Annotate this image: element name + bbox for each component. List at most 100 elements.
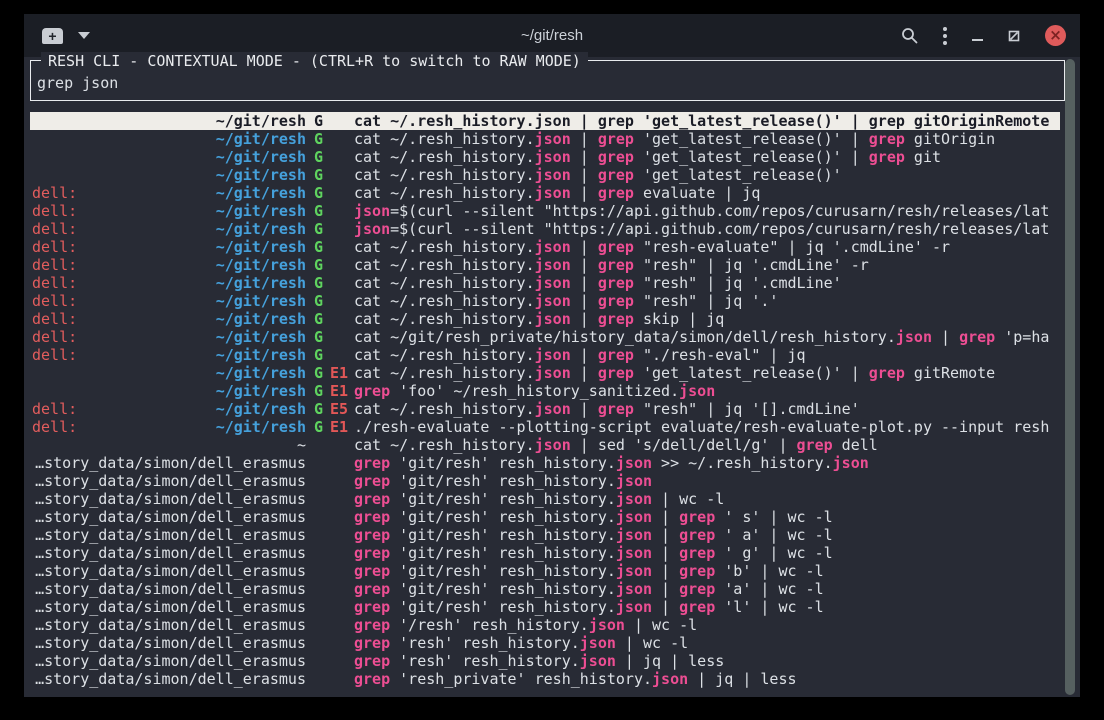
flag-badge: E1 bbox=[330, 364, 348, 382]
command-text: cat ~/.resh_history.json | grep 'get_lat… bbox=[354, 364, 1060, 382]
match-highlight: grep bbox=[869, 148, 905, 166]
match-highlight: grep bbox=[598, 166, 634, 184]
host-label bbox=[30, 634, 32, 652]
host-label bbox=[30, 544, 32, 562]
history-row[interactable]: dell:~/git/reshGcat ~/.resh_history.json… bbox=[30, 238, 1060, 256]
match-highlight: json bbox=[616, 598, 652, 616]
history-row[interactable]: …story_data/simon/dell_erasmusgrep 'git/… bbox=[30, 454, 1060, 472]
host-dir-cell: …story_data/simon/dell_erasmus bbox=[30, 652, 306, 670]
history-row[interactable]: dell:~/git/reshGjson=$(curl --silent "ht… bbox=[30, 220, 1060, 238]
command-text: grep 'resh' resh_history.json | wc -l bbox=[354, 634, 1060, 652]
history-row[interactable]: …story_data/simon/dell_erasmusgrep 'git/… bbox=[30, 508, 1060, 526]
close-icon[interactable]: × bbox=[1045, 25, 1066, 46]
command-text: cat ~/.resh_history.json | grep 'get_lat… bbox=[354, 130, 1060, 148]
match-highlight: grep bbox=[679, 580, 715, 598]
history-row[interactable]: dell:~/git/reshGjson=$(curl --silent "ht… bbox=[30, 202, 1060, 220]
match-highlight: grep bbox=[598, 400, 634, 418]
match-highlight: grep bbox=[598, 346, 634, 364]
host-dir-cell: ~/git/resh bbox=[30, 112, 306, 130]
host-dir-cell: …story_data/simon/dell_erasmus bbox=[30, 472, 306, 490]
restore-icon[interactable] bbox=[1008, 30, 1020, 42]
scrollbar-thumb[interactable] bbox=[1065, 59, 1075, 695]
history-row[interactable]: …story_data/simon/dell_erasmusgrep 'git/… bbox=[30, 526, 1060, 544]
match-highlight: grep bbox=[354, 526, 390, 544]
command-text: grep 'git/resh' resh_history.json | wc -… bbox=[354, 490, 1060, 508]
flags-cell bbox=[306, 508, 354, 526]
host-dir-cell: dell:~/git/resh bbox=[30, 418, 306, 436]
history-row[interactable]: dell:~/git/reshGcat ~/.resh_history.json… bbox=[30, 274, 1060, 292]
menu-kebab-icon[interactable] bbox=[943, 27, 947, 45]
host-label bbox=[30, 490, 32, 508]
history-row[interactable]: ~/git/reshGcat ~/.resh_history.json | gr… bbox=[30, 166, 1060, 184]
dir-label: …story_data/simon/dell_erasmus bbox=[35, 562, 306, 580]
flag-badge: G bbox=[314, 148, 323, 166]
history-row[interactable]: dell:~/git/reshGcat ~/git/resh_private/h… bbox=[30, 328, 1060, 346]
history-row[interactable]: dell:~/git/reshGcat ~/.resh_history.json… bbox=[30, 184, 1060, 202]
history-row[interactable]: ~/git/reshGE1grep 'foo' ~/resh_history_s… bbox=[30, 382, 1060, 400]
host-dir-cell: dell:~/git/resh bbox=[30, 256, 306, 274]
match-highlight: grep bbox=[598, 238, 634, 256]
history-row[interactable]: ~/git/reshGcat ~/.resh_history.json | gr… bbox=[30, 112, 1060, 130]
history-row[interactable]: …story_data/simon/dell_erasmusgrep 'resh… bbox=[30, 670, 1060, 688]
command-text: grep 'git/resh' resh_history.json | grep… bbox=[354, 526, 1060, 544]
match-highlight: grep bbox=[354, 544, 390, 562]
dir-label: …story_data/simon/dell_erasmus bbox=[35, 670, 306, 688]
host-dir-cell: dell:~/git/resh bbox=[30, 238, 306, 256]
dir-label: ~/git/resh bbox=[216, 382, 306, 400]
history-row[interactable]: ~/git/reshGcat ~/.resh_history.json | gr… bbox=[30, 130, 1060, 148]
history-row[interactable]: …story_data/simon/dell_erasmusgrep 'git/… bbox=[30, 598, 1060, 616]
host-label: dell: bbox=[30, 418, 77, 436]
history-row[interactable]: …story_data/simon/dell_erasmusgrep 'git/… bbox=[30, 544, 1060, 562]
flags-cell bbox=[306, 454, 354, 472]
flag-badge: G bbox=[314, 346, 323, 364]
match-highlight: json bbox=[535, 436, 571, 454]
history-row[interactable]: …story_data/simon/dell_erasmusgrep 'git/… bbox=[30, 580, 1060, 598]
history-row[interactable]: ~/git/reshGcat ~/.resh_history.json | gr… bbox=[30, 148, 1060, 166]
flag-badge: G bbox=[314, 202, 323, 220]
search-icon[interactable] bbox=[901, 27, 918, 44]
history-row[interactable]: …story_data/simon/dell_erasmus grep 'resh… bbox=[30, 634, 1060, 652]
history-row[interactable]: …story_data/simon/dell_erasmusgrep '/res… bbox=[30, 616, 1060, 634]
resh-search-box: RESH CLI - CONTEXTUAL MODE - (CTRL+R to … bbox=[30, 60, 1065, 101]
host-dir-cell: dell:~/git/resh bbox=[30, 274, 306, 292]
flag-badge: G bbox=[314, 184, 323, 202]
flags-cell: GE1 bbox=[306, 364, 354, 382]
host-dir-cell: ~ bbox=[30, 436, 306, 454]
history-row[interactable]: dell:~/git/reshGE5cat ~/.resh_history.js… bbox=[30, 400, 1060, 418]
host-label bbox=[30, 382, 32, 400]
history-row[interactable]: ~cat ~/.resh_history.json | sed 's/dell/… bbox=[30, 436, 1060, 454]
host-dir-cell: dell:~/git/resh bbox=[30, 184, 306, 202]
history-row[interactable]: …story_data/simon/dell_erasmusgrep 'git/… bbox=[30, 562, 1060, 580]
match-highlight: grep bbox=[354, 634, 390, 652]
host-dir-cell: dell:~/git/resh bbox=[30, 202, 306, 220]
dir-label: …story_data/simon/dell_erasmus bbox=[35, 580, 306, 598]
history-row[interactable]: dell:~/git/reshGcat ~/.resh_history.json… bbox=[30, 310, 1060, 328]
flags-cell bbox=[306, 634, 354, 652]
flags-cell bbox=[306, 436, 354, 454]
match-highlight: json bbox=[535, 148, 571, 166]
match-highlight: json bbox=[580, 652, 616, 670]
match-highlight: json bbox=[833, 454, 869, 472]
host-label: dell: bbox=[30, 238, 77, 256]
flag-badge: G bbox=[314, 130, 323, 148]
match-highlight: grep bbox=[869, 364, 905, 382]
history-row[interactable]: dell:~/git/reshGcat ~/.resh_history.json… bbox=[30, 292, 1060, 310]
host-dir-cell: …story_data/simon/dell_erasmus bbox=[30, 454, 306, 472]
command-text: grep 'git/resh' resh_history.json | grep… bbox=[354, 508, 1060, 526]
host-label bbox=[30, 454, 32, 472]
history-row[interactable]: …story_data/simon/dell_erasmusgrep 'git/… bbox=[30, 490, 1060, 508]
history-row[interactable]: ~/git/reshGE1cat ~/.resh_history.json | … bbox=[30, 364, 1060, 382]
history-row[interactable]: dell:~/git/reshGE1./resh-evaluate --plot… bbox=[30, 418, 1060, 436]
minimize-icon[interactable] bbox=[972, 39, 983, 41]
match-highlight: grep bbox=[959, 328, 995, 346]
dir-label: ~/git/resh bbox=[216, 202, 306, 220]
host-dir-cell: …story_data/simon/dell_erasmus bbox=[30, 634, 306, 652]
match-highlight: grep bbox=[679, 562, 715, 580]
history-row[interactable]: …story_data/simon/dell_erasmusgrep 'resh… bbox=[30, 652, 1060, 670]
match-highlight: json bbox=[580, 634, 616, 652]
history-row[interactable]: dell:~/git/reshGcat ~/.resh_history.json… bbox=[30, 256, 1060, 274]
dir-label: ~/git/resh bbox=[216, 364, 306, 382]
history-row[interactable]: dell:~/git/reshGcat ~/.resh_history.json… bbox=[30, 346, 1060, 364]
flag-badge: G bbox=[314, 274, 323, 292]
history-row[interactable]: …story_data/simon/dell_erasmusgrep 'git/… bbox=[30, 472, 1060, 490]
